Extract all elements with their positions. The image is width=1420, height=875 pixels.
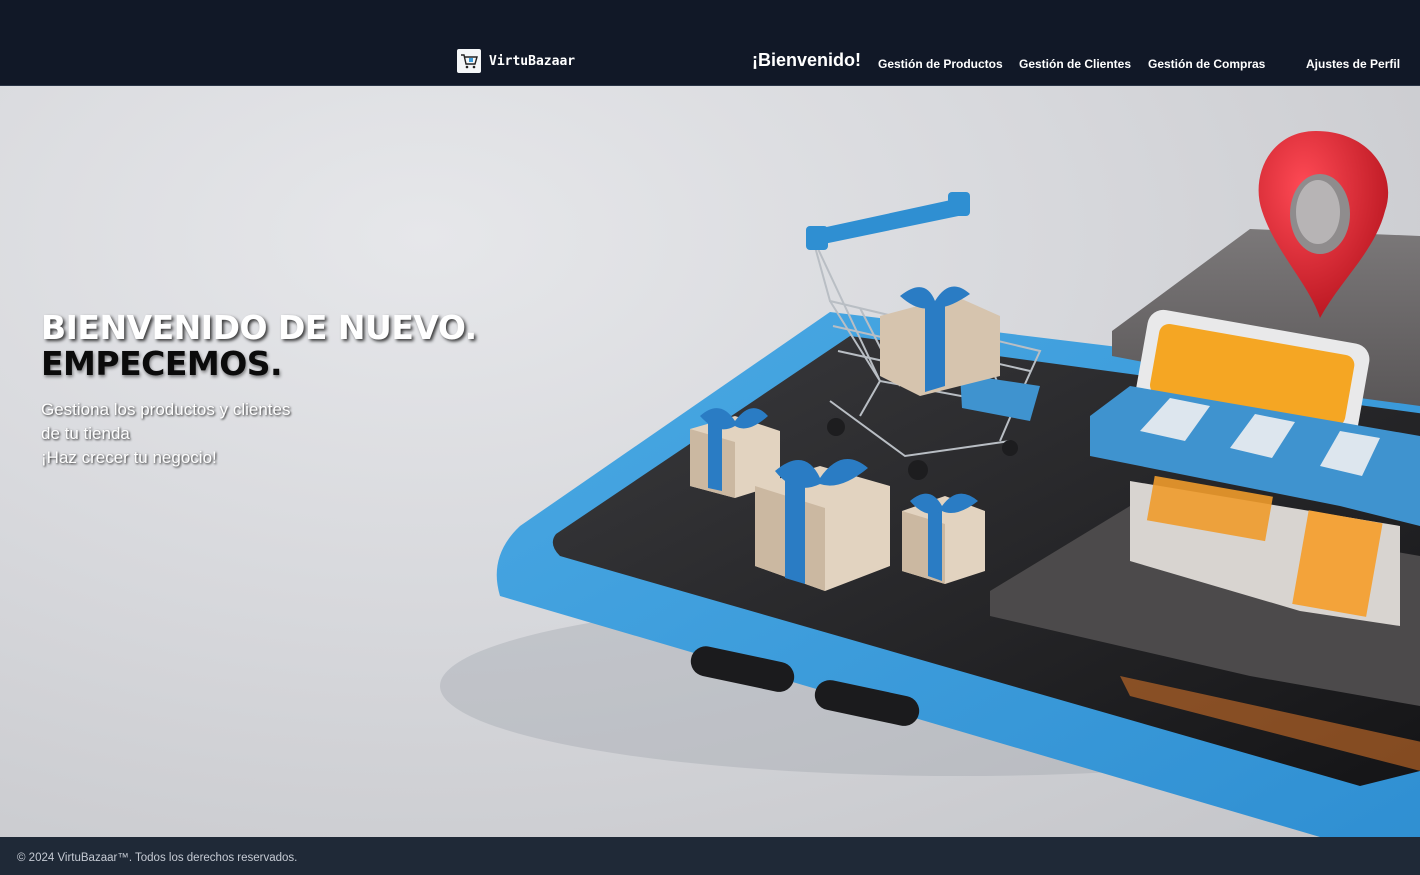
hero-subtitle: Gestiona los productos y clientes de tu … [41,398,501,470]
nav-link-purchases[interactable]: Gestión de Compras [1148,57,1265,71]
hero-subtitle-line: de tu tienda [41,424,130,443]
brand-home-link[interactable]: VirtuBazaar [457,49,575,73]
brand-name: VirtuBazaar [489,53,576,69]
nav-link-profile-settings[interactable]: Ajustes de Perfil [1306,57,1400,71]
top-navbar: VirtuBazaar ¡Bienvenido! Gestión de Prod… [0,0,1420,86]
hero-title-line1: BIENVENIDO DE NUEVO. [41,308,477,347]
nav-link-clients[interactable]: Gestión de Clientes [1019,57,1131,71]
page-footer: © 2024 VirtuBazaar™. Todos los derechos … [0,837,1420,875]
hero-section: BIENVENIDO DE NUEVO. EMPECEMOS. Gestiona… [0,86,1420,837]
nav-link-products[interactable]: Gestión de Productos [878,57,1003,71]
hero-text-block: BIENVENIDO DE NUEVO. EMPECEMOS. Gestiona… [41,310,501,470]
hero-subtitle-line: Gestiona los productos y clientes [41,400,291,419]
shopping-cart-icon [457,49,481,73]
hero-title-line2: EMPECEMOS. [41,344,283,383]
hero-subtitle-line: ¡Haz crecer tu negocio! [41,448,217,467]
footer-copyright: © 2024 VirtuBazaar™. Todos los derechos … [17,852,298,864]
nav-welcome: ¡Bienvenido! [752,50,862,70]
